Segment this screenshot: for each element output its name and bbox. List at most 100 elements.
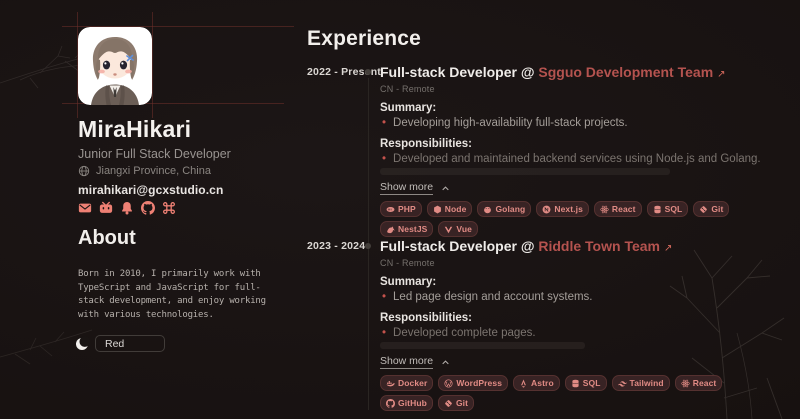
external-link-icon <box>717 69 725 80</box>
show-more-button[interactable]: Show more <box>380 181 450 195</box>
faded-text-preview <box>380 168 670 175</box>
tag-php: PHP <box>380 201 422 217</box>
social-links <box>78 201 176 215</box>
avatar <box>78 27 152 105</box>
tag-label: PHP <box>398 204 416 214</box>
tag-label: Node <box>445 204 467 214</box>
entry-content: Full-stack Developer @ Sgguo Development… <box>380 64 772 237</box>
tech-tags: PHP Node Golang Next.js React SQL Git NestJS Vue <box>380 201 772 237</box>
email-link[interactable]: mirahikari@gcxstudio.cn <box>78 183 223 197</box>
tag-react: React <box>675 375 723 391</box>
responsibility-item: Developed and maintained backend service… <box>380 153 772 166</box>
golang-icon <box>483 205 492 214</box>
entry-content: Full-stack Developer @ Riddle Town Team … <box>380 238 772 411</box>
react-icon <box>600 205 609 214</box>
github-icon[interactable] <box>141 201 155 215</box>
tag-label: Docker <box>398 378 427 388</box>
entry-title: Full-stack Developer @ Riddle Town Team <box>380 238 772 257</box>
nextjs-icon <box>542 205 551 214</box>
about-line: Born in 2010, I primarily work with <box>78 268 266 282</box>
tag-label: SQL <box>583 378 601 388</box>
tag-git: Git <box>438 395 474 411</box>
tag-label: Git <box>711 204 723 214</box>
summary-label: Summary: <box>380 102 772 115</box>
timeline-dot <box>365 69 371 75</box>
faded-text-preview <box>380 342 585 349</box>
about-heading: About <box>78 227 136 250</box>
show-more-button[interactable]: Show more <box>380 355 450 369</box>
github-icon <box>386 399 395 408</box>
git-icon <box>699 205 708 214</box>
about-text: Born in 2010, I primarily work with Type… <box>78 268 266 322</box>
tag-label: React <box>612 204 636 214</box>
theme-color-select[interactable]: Red <box>95 335 165 352</box>
responsibility-text: Developed complete pages. <box>393 327 536 340</box>
show-more-label: Show more <box>380 355 433 369</box>
entry-meta: CN - Remote <box>380 84 772 94</box>
tag-label: WordPress <box>456 378 502 388</box>
tag-docker: Docker <box>380 375 433 391</box>
tag-label: NestJS <box>398 224 427 234</box>
responsibility-text: Developed and maintained backend service… <box>393 153 761 166</box>
about-line: TypeScript and JavaScript for full- <box>78 282 266 296</box>
responsibility-item: Developed complete pages. <box>380 327 772 340</box>
theme-color-value: Red <box>105 338 124 350</box>
globe-icon <box>78 165 90 177</box>
node-icon <box>433 205 442 214</box>
external-link-icon <box>664 243 672 254</box>
profile-name: MiraHikari <box>78 116 191 143</box>
experience-entry: 2022 - Present Full-stack Developer @ Sg… <box>307 60 772 237</box>
company-link[interactable]: Sgguo Development Team <box>538 64 725 80</box>
show-more-label: Show more <box>380 181 433 195</box>
moon-icon[interactable] <box>74 336 90 352</box>
entry-role: Full-stack Developer @ <box>380 64 534 80</box>
entry-period: 2023 - 2024 <box>307 240 365 252</box>
sql-icon <box>653 205 662 214</box>
tag-label: Vue <box>456 224 472 234</box>
portfolio-page: { "theme": { "background": "#191413", "a… <box>0 0 800 419</box>
chevron-up-icon <box>441 358 450 367</box>
tag-label: Tailwind <box>630 378 664 388</box>
vue-icon <box>444 225 453 234</box>
mail-icon[interactable] <box>78 201 92 215</box>
react-icon <box>681 379 690 388</box>
tag-label: SQL <box>665 204 683 214</box>
summary-text: Developing high-availability full-stack … <box>393 117 628 130</box>
tag-label: Golang <box>495 204 525 214</box>
tag-golang: Golang <box>477 201 531 217</box>
tailwind-icon <box>618 379 627 388</box>
tag-label: React <box>693 378 717 388</box>
sql-icon <box>571 379 580 388</box>
company-name: Riddle Town Team <box>538 238 660 254</box>
summary-item: Developing high-availability full-stack … <box>380 117 772 130</box>
bullet-icon <box>382 327 386 340</box>
profile-title: Junior Full Stack Developer <box>78 147 231 161</box>
summary-item: Led page design and account systems. <box>380 291 772 304</box>
timeline-dot <box>365 243 371 249</box>
experience-heading: Experience <box>307 27 421 51</box>
about-line: stack development, and enjoy working <box>78 295 266 309</box>
bilibili-icon[interactable] <box>99 201 113 215</box>
bullet-icon <box>382 291 386 304</box>
location-row: Jiangxi Province, China <box>78 165 211 177</box>
about-line: with various technologies. <box>78 309 266 323</box>
tag-wordpress: WordPress <box>438 375 508 391</box>
responsibilities-label: Responsibilities: <box>380 138 772 151</box>
entry-meta: CN - Remote <box>380 258 772 268</box>
tag-sql: SQL <box>647 201 689 217</box>
tag-tailwind: Tailwind <box>612 375 670 391</box>
tag-astro: Astro <box>513 375 560 391</box>
astro-icon <box>519 379 528 388</box>
responsibilities-label: Responsibilities: <box>380 312 772 325</box>
company-link[interactable]: Riddle Town Team <box>538 238 672 254</box>
tag-label: Next.js <box>554 204 583 214</box>
company-name: Sgguo Development Team <box>538 64 713 80</box>
chevron-up-icon <box>441 184 450 193</box>
tag-node: Node <box>427 201 473 217</box>
tag-github: GitHub <box>380 395 433 411</box>
command-icon[interactable] <box>162 201 176 215</box>
avatar-guide-line <box>152 12 153 118</box>
nestjs-icon <box>386 225 395 234</box>
bell-icon[interactable] <box>120 201 134 215</box>
php-icon <box>386 205 395 214</box>
